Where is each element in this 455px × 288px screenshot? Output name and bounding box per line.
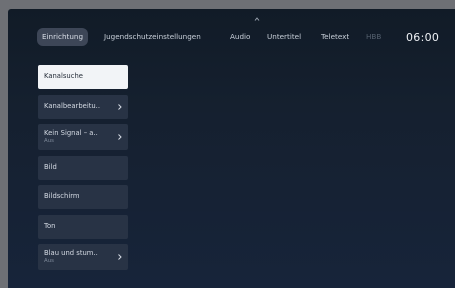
tab-jugendschutzeinstellungen[interactable]: Jugendschutzeinstellungen <box>104 28 201 46</box>
menu-item-bildschirm[interactable]: Bildschirm <box>38 185 128 209</box>
tab-untertitel[interactable]: Untertitel <box>267 28 301 46</box>
menu-item-bild[interactable]: Bild <box>38 156 128 180</box>
menu-item-kanalbearbeitung[interactable]: Kanalbearbeitu.. <box>38 95 128 119</box>
tab-hbbtv[interactable]: HBB <box>366 28 381 46</box>
menu-item-label: Blau und stum.. <box>44 249 98 257</box>
tab-teletext[interactable]: Teletext <box>321 28 349 46</box>
chevron-right-icon <box>118 104 122 110</box>
menu-item-label: Bild <box>44 163 57 171</box>
menu-item-value: Aus <box>44 138 54 144</box>
menu-item-kein-signal[interactable]: Kein Signal – a.. Aus <box>38 124 128 150</box>
chevron-right-icon <box>118 254 122 260</box>
menu-item-kanalsuche[interactable]: Kanalsuche <box>38 65 128 89</box>
menu-item-blau-und-stumm[interactable]: Blau und stum.. Aus <box>38 244 128 270</box>
chevron-up-icon[interactable] <box>253 15 261 23</box>
top-tab-bar: Einrichtung Jugendschutzeinstellungen Au… <box>8 9 455 59</box>
chevron-right-icon <box>118 134 122 140</box>
menu-item-label: Bildschirm <box>44 192 80 200</box>
menu-item-label: Kanalbearbeitu.. <box>44 102 100 110</box>
tab-audio[interactable]: Audio <box>230 28 250 46</box>
menu-item-ton[interactable]: Ton <box>38 215 128 239</box>
menu-item-value: Aus <box>44 258 54 264</box>
clock: 06:00 <box>406 31 440 44</box>
tv-settings-screen: Einrichtung Jugendschutzeinstellungen Au… <box>8 9 455 288</box>
menu-item-label: Ton <box>44 222 56 230</box>
tab-einrichtung[interactable]: Einrichtung <box>37 28 89 46</box>
menu-item-label: Kein Signal – a.. <box>44 129 98 137</box>
menu-item-label: Kanalsuche <box>44 72 83 80</box>
